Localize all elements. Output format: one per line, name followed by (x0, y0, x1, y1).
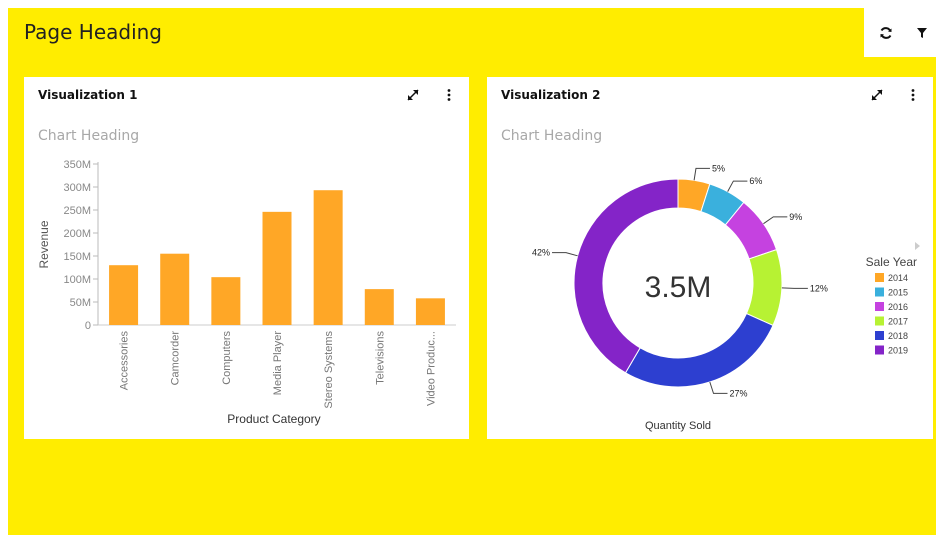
legend-label: 2018 (888, 331, 908, 341)
bar (262, 211, 292, 325)
legend-label: 2017 (888, 317, 908, 327)
x-axis-title: Product Category (227, 412, 320, 426)
y-tick-label: 250M (63, 205, 91, 217)
x-tick-label: Televisions (374, 331, 386, 385)
bar-chart: 0 50M 100M 150M 200M 250M 300M 350M Accessories C… (37, 159, 456, 426)
slice-label: 27% (730, 388, 748, 398)
legend-swatch (875, 345, 884, 355)
x-axis-title: Quantity Sold (645, 420, 711, 432)
visualization-card-2: Visualization 2 Chart Heading 5% 6% 9% 12% 2… (487, 77, 933, 439)
legend-swatch (875, 287, 884, 297)
refresh-icon[interactable] (876, 23, 896, 43)
donut-chart: 5% 6% 9% 12% 27% 42% 3.5M Quantity Sold Sale Yea… (532, 163, 920, 432)
leader-line (781, 287, 808, 289)
y-tick-label: 350M (63, 159, 91, 171)
slice-label: 6% (749, 176, 762, 186)
y-tick-label: 50M (70, 297, 91, 309)
bar (415, 298, 445, 325)
y-axis-title: Revenue (37, 220, 51, 268)
leader-line (693, 167, 710, 181)
legend-label: 2014 (888, 273, 908, 283)
legend-label: 2019 (888, 346, 908, 356)
bar (313, 190, 343, 325)
visualization-card-1: Visualization 1 Chart Heading 0 50M 100M 15… (24, 77, 469, 439)
leader-line (763, 216, 788, 225)
legend-label: 2016 (888, 302, 908, 312)
y-tick-label: 150M (63, 251, 91, 263)
y-tick-label: 300M (63, 182, 91, 194)
center-total-label: 3.5M (645, 271, 712, 304)
legend-swatch (875, 331, 884, 340)
bar (109, 265, 139, 325)
x-tick-label: Accessories (119, 331, 131, 391)
legend-label: 2015 (888, 288, 908, 298)
donut-slice (624, 312, 774, 388)
x-tick-label: Computers (221, 331, 233, 385)
x-tick-label: Stereo Systems (323, 331, 335, 409)
legend-scroll-icon (915, 242, 920, 250)
leader-line (552, 252, 578, 257)
dashboard-toolbar (864, 8, 937, 57)
legend-title: Sale Year (866, 255, 917, 269)
leader-line (709, 381, 728, 394)
bar (211, 277, 241, 325)
slice-label: 12% (810, 283, 828, 293)
slice-label: 9% (789, 212, 802, 222)
dashboard-page: Page Heading Visualization 1 Chart Headi… (8, 8, 937, 535)
slice-label: 42% (532, 248, 550, 258)
leader-line (727, 180, 748, 192)
legend-swatch (875, 273, 884, 282)
donut-slice (745, 248, 783, 327)
y-tick-label: 200M (63, 228, 91, 240)
x-tick-label: Video Produc... (425, 331, 437, 406)
legend-swatch (875, 302, 884, 311)
legend-swatch (875, 316, 884, 326)
filter-icon[interactable] (912, 23, 932, 43)
y-tick-label: 100M (63, 274, 91, 286)
bar (364, 289, 394, 325)
x-tick-label: Media Player (272, 331, 284, 396)
y-tick-label: 0 (85, 320, 91, 332)
slice-label: 5% (712, 163, 725, 173)
x-tick-label: Camcorder (170, 331, 182, 386)
page-title: Page Heading (24, 20, 162, 44)
bar (160, 253, 190, 325)
